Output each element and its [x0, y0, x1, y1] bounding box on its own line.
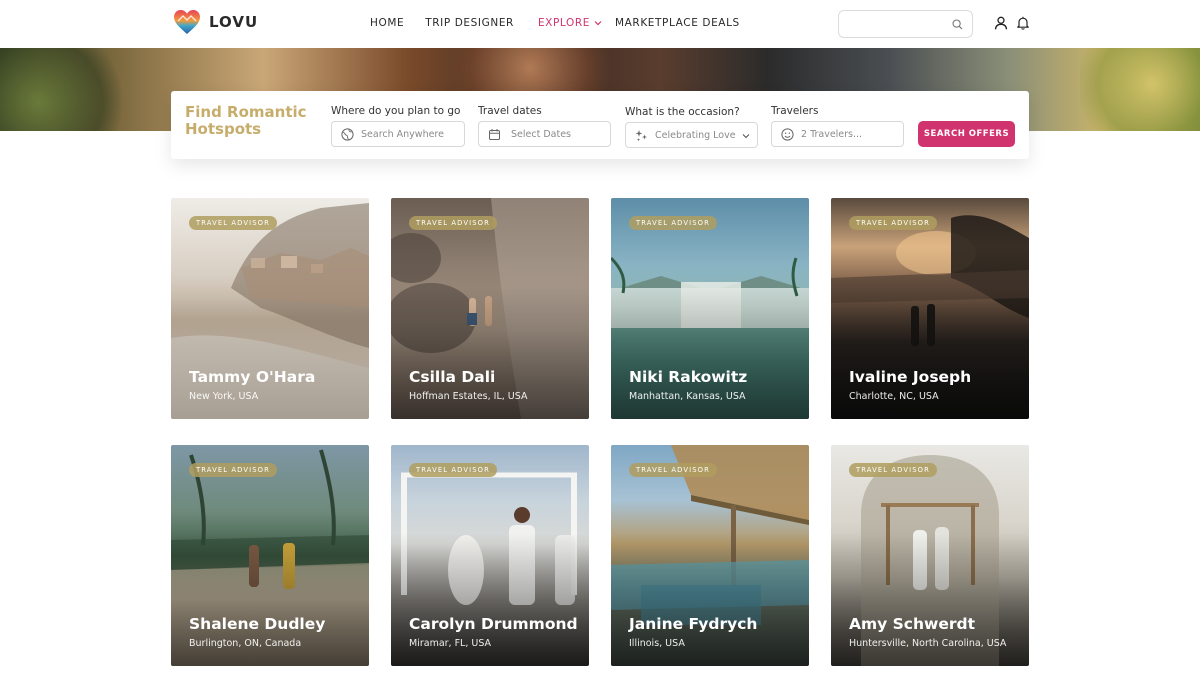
chevron-down-icon [742, 134, 750, 139]
destination-placeholder: Search Anywhere [361, 128, 444, 140]
nav-home[interactable]: HOME [370, 17, 404, 29]
brand-name: LOVU [209, 13, 259, 31]
nav-explore[interactable]: EXPLORE [538, 17, 602, 29]
travelers-placeholder: 2 Travelers... [801, 128, 863, 140]
travel-advisor-badge: TRAVEL ADVISOR [409, 216, 497, 230]
advisor-location: Manhattan, Kansas, USA [629, 391, 746, 402]
dates-input[interactable]: Select Dates [478, 121, 611, 147]
destination-label: Where do you plan to go [331, 105, 461, 117]
advisor-name: Janine Fydrych [629, 615, 758, 633]
chevron-down-icon [594, 21, 602, 26]
logo[interactable]: LOVU [173, 9, 258, 35]
main-nav: HOME TRIP DESIGNER EXPLORE MARKETPLACE D… [370, 17, 740, 29]
travelers-label: Travelers [771, 105, 819, 117]
user-icon[interactable] [994, 16, 1008, 30]
smile-icon [781, 127, 794, 141]
heart-logo-icon [174, 10, 200, 34]
dates-placeholder: Select Dates [511, 128, 571, 140]
advisor-name: Amy Schwerdt [849, 615, 976, 633]
advisor-location: Hoffman Estates, IL, USA [409, 391, 528, 402]
travel-advisor-badge: TRAVEL ADVISOR [629, 216, 717, 230]
advisor-location: Miramar, FL, USA [409, 638, 492, 649]
advisor-name: Csilla Dali [409, 368, 496, 386]
advisor-name: Ivaline Joseph [849, 368, 972, 386]
advisor-card[interactable]: TRAVEL ADVISOR Csilla Dali Hoffman Estat… [391, 198, 589, 419]
travel-advisor-badge: TRAVEL ADVISOR [189, 463, 277, 477]
nav-trip-designer[interactable]: TRIP DESIGNER [425, 17, 514, 29]
advisor-card[interactable]: TRAVEL ADVISOR Tammy O'Hara New York, US… [171, 198, 369, 419]
hero-foliage-left [0, 48, 130, 131]
advisor-name: Shalene Dudley [189, 615, 326, 633]
advisor-card[interactable]: TRAVEL ADVISOR Amy Schwerdt Huntersville… [831, 445, 1029, 666]
search-offers-button[interactable]: SEARCH OFFERS [918, 121, 1015, 147]
nav-explore-label: EXPLORE [537, 17, 590, 29]
advisor-location: Charlotte, NC, USA [849, 391, 939, 402]
calendar-icon [489, 128, 500, 140]
sparkle-icon [635, 129, 647, 141]
nav-marketplace-deals[interactable]: MARKETPLACE DEALS [615, 17, 740, 29]
travel-advisor-badge: TRAVEL ADVISOR [849, 216, 937, 230]
advisor-name: Tammy O'Hara [189, 368, 316, 386]
advisor-location: Illinois, USA [629, 638, 685, 649]
hero-foliage-right [1080, 48, 1200, 131]
advisor-name: Carolyn Drummond [409, 615, 578, 633]
occasion-value: Celebrating Love [655, 129, 736, 141]
advisor-name: Niki Rakowitz [629, 368, 748, 386]
advisor-card[interactable]: TRAVEL ADVISOR Carolyn Drummond Miramar,… [391, 445, 589, 666]
search-panel: Find Romantic Hotspots Where do you plan… [171, 91, 1029, 159]
travelers-input[interactable]: 2 Travelers... [771, 121, 904, 147]
header-search-input[interactable] [838, 10, 973, 38]
travel-advisor-badge: TRAVEL ADVISOR [849, 463, 937, 477]
globe-icon [341, 127, 354, 141]
occasion-label: What is the occasion? [625, 106, 740, 118]
travel-advisor-badge: TRAVEL ADVISOR [409, 463, 497, 477]
bell-icon[interactable] [1016, 16, 1030, 30]
search-icon[interactable] [952, 19, 963, 30]
destination-input[interactable]: Search Anywhere [331, 121, 465, 147]
advisor-card[interactable]: TRAVEL ADVISOR Ivaline Joseph Charlotte,… [831, 198, 1029, 419]
occasion-select[interactable]: Celebrating Love [625, 122, 758, 148]
panel-title: Find Romantic Hotspots [185, 103, 307, 138]
travel-advisor-badge: TRAVEL ADVISOR [629, 463, 717, 477]
advisor-card[interactable]: TRAVEL ADVISOR Shalene Dudley Burlington… [171, 445, 369, 666]
dates-label: Travel dates [478, 105, 542, 117]
advisor-location: Huntersville, North Carolina, USA [849, 638, 1007, 649]
advisor-location: Burlington, ON, Canada [189, 638, 302, 649]
travel-advisor-badge: TRAVEL ADVISOR [189, 216, 277, 230]
advisor-card[interactable]: TRAVEL ADVISOR Niki Rakowitz Manhattan, … [611, 198, 809, 419]
top-header: LOVU HOME TRIP DESIGNER EXPLORE MARKETPL… [0, 0, 1200, 48]
advisor-card[interactable]: TRAVEL ADVISOR Janine Fydrych Illinois, … [611, 445, 809, 666]
advisor-location: New York, USA [189, 391, 259, 402]
